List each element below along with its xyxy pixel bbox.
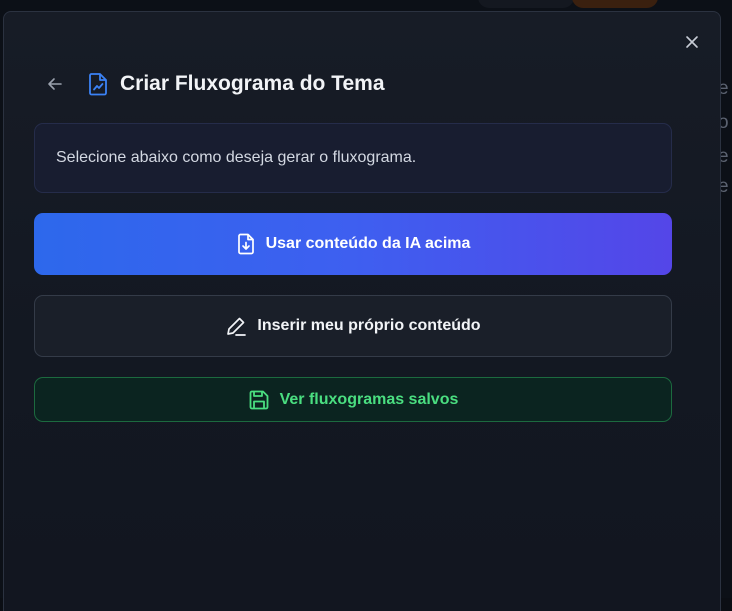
- insert-own-content-button[interactable]: Inserir meu próprio conteúdo: [34, 295, 672, 357]
- close-button[interactable]: [682, 32, 702, 52]
- file-chart-icon: [86, 72, 110, 96]
- create-flowchart-dialog: Criar Fluxograma do Tema Selecione abaix…: [3, 11, 721, 611]
- view-saved-flowcharts-label: Ver fluxogramas salvos: [279, 390, 459, 408]
- dialog-header: Criar Fluxograma do Tema: [44, 70, 385, 98]
- insert-own-content-label: Inserir meu próprio conteúdo: [257, 317, 481, 334]
- background-button: [572, 0, 658, 8]
- dialog-title: Criar Fluxograma do Tema: [120, 72, 385, 95]
- info-message: Selecione abaixo como deseja gerar o flu…: [34, 123, 672, 193]
- background-element: [478, 0, 574, 8]
- use-ai-content-label: Usar conteúdo da IA acima: [265, 235, 471, 252]
- save-icon: [248, 389, 270, 411]
- back-button[interactable]: [44, 73, 66, 95]
- use-ai-content-button[interactable]: Usar conteúdo da IA acima: [34, 213, 672, 275]
- view-saved-flowcharts-button[interactable]: Ver fluxogramas salvos: [34, 377, 672, 422]
- arrow-left-icon: [48, 78, 62, 90]
- info-text: Selecione abaixo como deseja gerar o flu…: [56, 149, 417, 166]
- pencil-icon: [225, 315, 247, 337]
- file-download-icon: [236, 233, 256, 255]
- close-icon: [686, 36, 698, 48]
